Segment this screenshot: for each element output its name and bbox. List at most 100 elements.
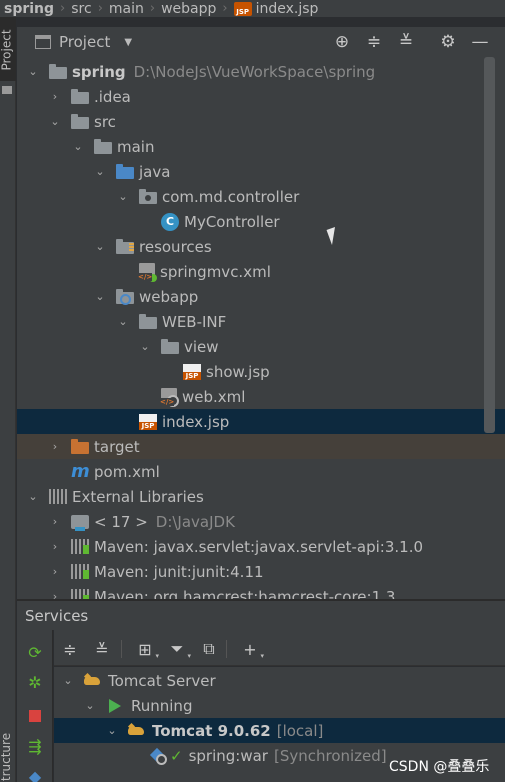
breadcrumb-item-webapp[interactable]: webapp <box>161 1 216 17</box>
chevron-down-icon[interactable]: ⌄ <box>84 699 96 712</box>
expand-all-icon[interactable]: ≑ <box>59 638 81 660</box>
chevron-down-icon[interactable]: ▼ <box>124 37 132 48</box>
tree-node-spring[interactable]: ⌄ spring D:\NodeJs\VueWorkSpace\spring <box>17 59 505 84</box>
tree-node-label: WEB-INF <box>162 312 227 331</box>
project-tool-window-button[interactable]: Project <box>0 17 16 81</box>
project-panel-title[interactable]: Project <box>59 33 110 51</box>
tree-node-resources[interactable]: ⌄ resources <box>17 234 505 259</box>
tree-node-index-jsp[interactable]: › index.jsp <box>17 409 505 434</box>
folder-icon <box>71 88 89 104</box>
chevron-down-icon[interactable]: ⌄ <box>139 340 151 353</box>
stop-icon[interactable] <box>25 706 45 726</box>
tree-node-label: java <box>139 162 171 181</box>
breadcrumb-item-index-jsp[interactable]: JSP index.jsp <box>233 1 318 17</box>
collapse-all-icon[interactable]: ≚ <box>91 638 113 660</box>
jdk-icon <box>71 514 89 531</box>
tree-node-show-jsp[interactable]: › show.jsp <box>17 359 505 384</box>
services-side-toolbar: ⟳ ✲ ⇶ ◆ <box>17 630 53 782</box>
artifact-icon <box>150 748 167 765</box>
service-node-tomcat-instance[interactable]: ⌄ Tomcat 9.0.62 [local] <box>54 718 505 743</box>
debug-icon[interactable]: ✲ <box>25 672 45 692</box>
tree-node-maven-hamcrest[interactable]: › Maven: org.hamcrest:hamcrest-core:1.3 <box>17 584 505 599</box>
collapse-all-icon[interactable]: ≚ <box>395 31 417 53</box>
tree-node-target[interactable]: › target <box>17 434 505 459</box>
chevron-down-icon[interactable]: ⌄ <box>62 674 74 687</box>
tree-node-java[interactable]: ⌄ java <box>17 159 505 184</box>
tree-node-external-libraries[interactable]: ⌄ External Libraries <box>17 484 505 509</box>
service-node-running[interactable]: ⌄ Running <box>54 693 505 718</box>
chevron-right-icon[interactable]: › <box>49 565 61 578</box>
breadcrumb-separator: › <box>60 1 66 16</box>
tree-node-springmvc-xml[interactable]: › springmvc.xml <box>17 259 505 284</box>
folder-icon <box>2 86 12 94</box>
folder-icon <box>71 113 89 129</box>
tree-node-label: Maven: org.hamcrest:hamcrest-core:1.3 <box>94 587 396 600</box>
toolbar-separator <box>226 640 227 658</box>
chevron-down-icon[interactable]: ⌄ <box>72 140 84 153</box>
web-xml-file-icon <box>160 388 179 407</box>
tree-node-com-md-controller[interactable]: ⌄ com.md.controller <box>17 184 505 209</box>
tomcat-icon <box>128 724 146 738</box>
chevron-down-icon[interactable]: ⌄ <box>117 315 129 328</box>
chevron-right-icon[interactable]: › <box>49 540 61 553</box>
tree-node-jdk[interactable]: › < 17 > D:\JavaJDK <box>17 509 505 534</box>
breadcrumb-item-main[interactable]: main <box>109 1 144 17</box>
group-by-icon[interactable]: ⊞ ▾ <box>134 638 159 661</box>
libraries-icon <box>49 489 67 504</box>
resources-folder-icon <box>116 238 134 254</box>
tree-node-label: Maven: junit:junit:4.11 <box>94 562 264 581</box>
tree-node-label: Maven: javax.servlet:javax.servlet-api:3… <box>94 537 424 556</box>
tree-node-label: index.jsp <box>162 412 230 431</box>
chevron-down-icon[interactable]: ⌄ <box>27 65 39 78</box>
chevron-right-icon[interactable]: › <box>49 90 61 103</box>
new-tab-icon[interactable]: ⧉ <box>198 638 220 660</box>
chevron-down-icon[interactable]: ⌄ <box>106 724 118 737</box>
chevron-down-icon[interactable]: ⌄ <box>49 115 61 128</box>
artifact-icon[interactable]: ◆ <box>25 766 45 782</box>
tree-node-maven-servlet-api[interactable]: › Maven: javax.servlet:javax.servlet-api… <box>17 534 505 559</box>
expand-all-icon[interactable]: ≑ <box>363 31 385 53</box>
chevron-down-icon[interactable]: ⌄ <box>27 490 39 503</box>
services-toolbar: ≑ ≚ ⊞ ▾ ⏷ ▾ ⧉ + ▾ <box>54 630 505 666</box>
tree-node-src[interactable]: ⌄ src <box>17 109 505 134</box>
add-service-icon[interactable]: + ▾ <box>239 638 264 661</box>
chevron-down-icon[interactable]: ⌄ <box>94 290 106 303</box>
tree-node-web-xml[interactable]: › web.xml <box>17 384 505 409</box>
structure-tool-window-button[interactable]: tructure <box>0 720 16 782</box>
filter-icon[interactable]: ⏷ ▾ <box>166 638 191 660</box>
tree-node-webapp[interactable]: ⌄ webapp <box>17 284 505 309</box>
chevron-down-icon[interactable]: ⌄ <box>117 190 129 203</box>
tree-node-label: web.xml <box>182 387 246 406</box>
project-tree: ⌄ spring D:\NodeJs\VueWorkSpace\spring ›… <box>17 57 505 599</box>
jsp-file-icon <box>139 413 157 430</box>
folder-icon <box>139 313 157 329</box>
jsp-file-icon <box>183 363 201 380</box>
gear-icon[interactable]: ⚙ <box>437 31 459 53</box>
package-icon <box>139 188 157 204</box>
tree-node-path: D:\NodeJs\VueWorkSpace\spring <box>133 62 376 81</box>
tree-node-mycontroller[interactable]: › C MyController <box>17 209 505 234</box>
tree-node-idea[interactable]: › .idea <box>17 84 505 109</box>
tree-node-view[interactable]: ⌄ view <box>17 334 505 359</box>
chevron-right-icon[interactable]: › <box>49 440 61 453</box>
minimize-icon[interactable]: — <box>469 31 491 53</box>
tree-node-web-inf[interactable]: ⌄ WEB-INF <box>17 309 505 334</box>
deploy-icon[interactable]: ⇶ <box>25 736 45 756</box>
locate-icon[interactable]: ⊕ <box>331 31 353 53</box>
tree-node-maven-junit[interactable]: › Maven: junit:junit:4.11 <box>17 559 505 584</box>
chevron-down-icon[interactable]: ⌄ <box>94 240 106 253</box>
tree-node-label: spring <box>72 62 126 81</box>
maven-library-icon <box>71 564 89 579</box>
chevron-right-icon[interactable]: › <box>49 515 61 528</box>
breadcrumb-item-src[interactable]: src <box>71 1 91 17</box>
chevron-down-icon[interactable]: ⌄ <box>94 165 106 178</box>
tree-node-main[interactable]: ⌄ main <box>17 134 505 159</box>
refresh-icon[interactable]: ⟳ <box>25 642 45 662</box>
service-node-tomcat-server[interactable]: ⌄ Tomcat Server <box>54 668 505 693</box>
breadcrumb-item-spring[interactable]: spring <box>4 1 54 17</box>
tree-node-pom-xml[interactable]: › m pom.xml <box>17 459 505 484</box>
chevron-right-icon[interactable]: › <box>49 590 61 599</box>
structure-stripe-label: tructure <box>0 732 14 782</box>
project-tree-scrollbar[interactable] <box>484 57 495 433</box>
project-stripe-label: Project <box>0 29 14 71</box>
